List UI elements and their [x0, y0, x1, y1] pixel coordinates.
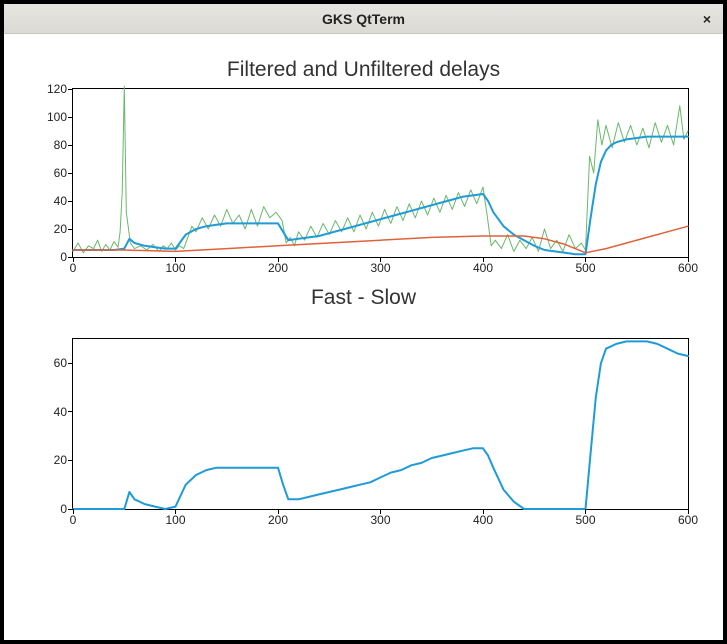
y-tick-label: 60 — [33, 166, 67, 180]
y-tick-label: 40 — [33, 405, 67, 419]
y-tick-label: 0 — [33, 502, 67, 516]
y-tick-label: 60 — [33, 356, 67, 370]
y-tick-label: 20 — [33, 453, 67, 467]
chart-top-title: Filtered and Unfiltered delays — [32, 58, 695, 82]
x-tick-label: 100 — [165, 261, 185, 275]
x-tick-label: 0 — [70, 513, 77, 527]
y-tick-label: 120 — [33, 82, 67, 96]
y-tick-label: 0 — [33, 250, 67, 264]
x-tick-label: 600 — [678, 261, 698, 275]
y-tick-label: 20 — [33, 222, 67, 236]
chart-top-svg — [73, 89, 688, 257]
x-tick-label: 500 — [575, 513, 595, 527]
app-window: GKS QtTerm × Filtered and Unfiltered del… — [4, 4, 723, 640]
window-close-button[interactable]: × — [699, 10, 715, 28]
x-tick-label: 200 — [268, 261, 288, 275]
x-tick-label: 300 — [370, 513, 390, 527]
window-titlebar[interactable]: GKS QtTerm × — [4, 4, 723, 34]
x-tick-label: 0 — [70, 261, 77, 275]
y-tick-label: 100 — [33, 110, 67, 124]
x-tick-label: 200 — [268, 513, 288, 527]
x-tick-label: 100 — [165, 513, 185, 527]
chart-bot-title: Fast - Slow — [32, 286, 695, 310]
chart-top: 0204060801001200100200300400500600 — [72, 88, 689, 258]
window-title: GKS QtTerm — [322, 11, 405, 27]
y-tick-label: 80 — [33, 138, 67, 152]
chart-bot: 02040600100200300400500600 — [72, 338, 689, 510]
chart-bot-svg — [73, 339, 688, 509]
y-tick-label: 40 — [33, 194, 67, 208]
x-tick-label: 300 — [370, 261, 390, 275]
x-tick-label: 500 — [575, 261, 595, 275]
plot-canvas: Filtered and Unfiltered delays 020406080… — [4, 34, 723, 640]
x-tick-label: 400 — [473, 261, 493, 275]
x-tick-label: 400 — [473, 513, 493, 527]
x-tick-label: 600 — [678, 513, 698, 527]
